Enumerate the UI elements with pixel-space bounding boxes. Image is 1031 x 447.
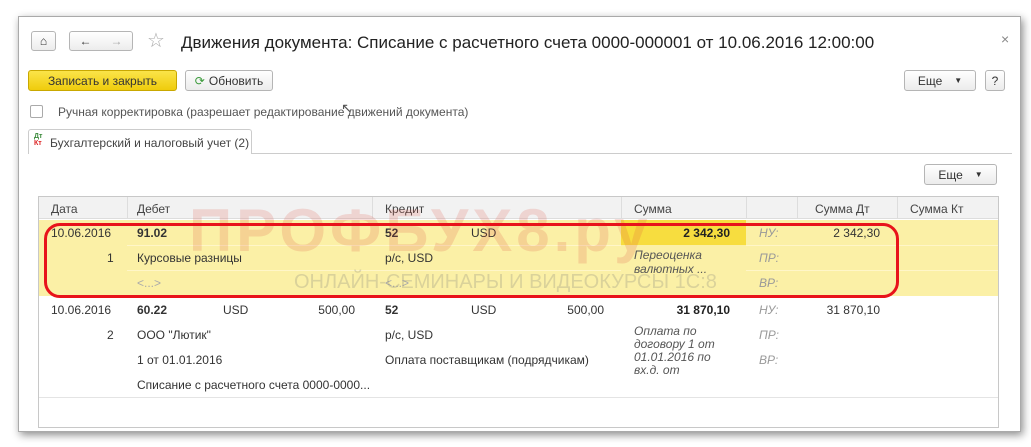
debit-subconto-3: Списание с расчетного счета 0000-0000... xyxy=(137,378,371,392)
sum-value: 31 870,10 xyxy=(676,303,730,317)
pr-label: ПР: xyxy=(759,328,779,342)
dropdown-arrow-icon: ▼ xyxy=(954,76,963,85)
window-title: Движения документа: Списание с расчетног… xyxy=(181,33,875,52)
col-debit[interactable]: Дебет xyxy=(137,202,170,216)
row-divider xyxy=(39,397,998,398)
forward-arrow-icon[interactable]: → xyxy=(111,34,123,48)
table-row[interactable]: 10.06.2016 2 60.22 USD 500,00 ООО "Лютик… xyxy=(39,297,998,397)
debit-subconto-1: ООО "Лютик" xyxy=(137,328,211,342)
credit-account: 52 xyxy=(385,303,399,317)
sum-dt-value: 31 870,10 xyxy=(826,303,880,317)
movements-table: Дата Дебет Кредит Сумма Сумма Дт Сумма К… xyxy=(38,196,999,428)
vr-label: ВР: xyxy=(759,353,779,367)
debit-currency: USD xyxy=(223,303,249,317)
table-header: Дата Дебет Кредит Сумма Сумма Дт Сумма К… xyxy=(39,197,998,219)
close-icon[interactable]: × xyxy=(1001,31,1009,47)
col-date[interactable]: Дата xyxy=(51,202,78,216)
tab-divider xyxy=(252,153,1012,154)
col-sum-dt[interactable]: Сумма Дт xyxy=(815,202,870,216)
manual-correction-label: Ручная корректировка (разрешает редактир… xyxy=(58,105,469,119)
home-button[interactable]: ⌂ xyxy=(31,31,56,51)
dropdown-arrow-icon: ▼ xyxy=(974,170,983,179)
manual-correction-checkbox[interactable] xyxy=(30,105,43,118)
nav-buttons: ← → xyxy=(69,31,133,51)
favorite-star-icon[interactable]: ☆ xyxy=(147,28,165,53)
credit-subconto-1: р/с, USD xyxy=(385,328,434,342)
credit-subconto-2: Оплата поставщикам (подрядчикам) xyxy=(385,353,589,367)
row-date: 10.06.2016 xyxy=(51,303,112,317)
refresh-label: Обновить xyxy=(208,73,264,88)
debit-currency-amount: 500,00 xyxy=(318,303,355,317)
more-button[interactable]: Еще ▼ xyxy=(904,70,976,91)
col-sum-kt[interactable]: Сумма Кт xyxy=(910,202,964,216)
credit-currency-amount: 500,00 xyxy=(567,303,604,317)
save-and-close-button[interactable]: Записать и закрыть xyxy=(28,70,177,91)
more-label: Еще xyxy=(917,73,943,88)
help-button[interactable]: ? xyxy=(985,70,1005,91)
table-more-button[interactable]: Еще ▼ xyxy=(924,164,997,185)
back-arrow-icon[interactable]: ← xyxy=(80,34,92,48)
content-text: Оплата по договору 1 от 01.01.2016 по вх… xyxy=(634,324,715,377)
nu-label: НУ: xyxy=(759,303,779,317)
col-sum[interactable]: Сумма xyxy=(634,202,672,216)
debit-subconto-2: 1 от 01.01.2016 xyxy=(137,353,223,367)
row-number: 2 xyxy=(107,328,114,342)
tab-label: Бухгалтерский и налоговый учет (2) xyxy=(50,136,250,150)
home-icon: ⌂ xyxy=(39,34,48,48)
refresh-button[interactable]: ⟳ Обновить xyxy=(185,70,273,91)
refresh-icon: ⟳ xyxy=(194,73,205,88)
debit-account: 60.22 xyxy=(137,303,168,317)
mouse-cursor-icon: ↖ xyxy=(341,100,353,116)
dt-kt-icon: Дт Кт xyxy=(34,133,43,147)
tab-accounting[interactable]: Дт Кт Бухгалтерский и налоговый учет (2) xyxy=(28,129,252,154)
col-credit[interactable]: Кредит xyxy=(385,202,424,216)
credit-currency: USD xyxy=(471,303,497,317)
annotation-highlight xyxy=(44,223,899,298)
table-more-label: Еще xyxy=(938,167,963,182)
movements-window: ⌂ ← → ☆ Движения документа: Списание с р… xyxy=(18,16,1021,432)
